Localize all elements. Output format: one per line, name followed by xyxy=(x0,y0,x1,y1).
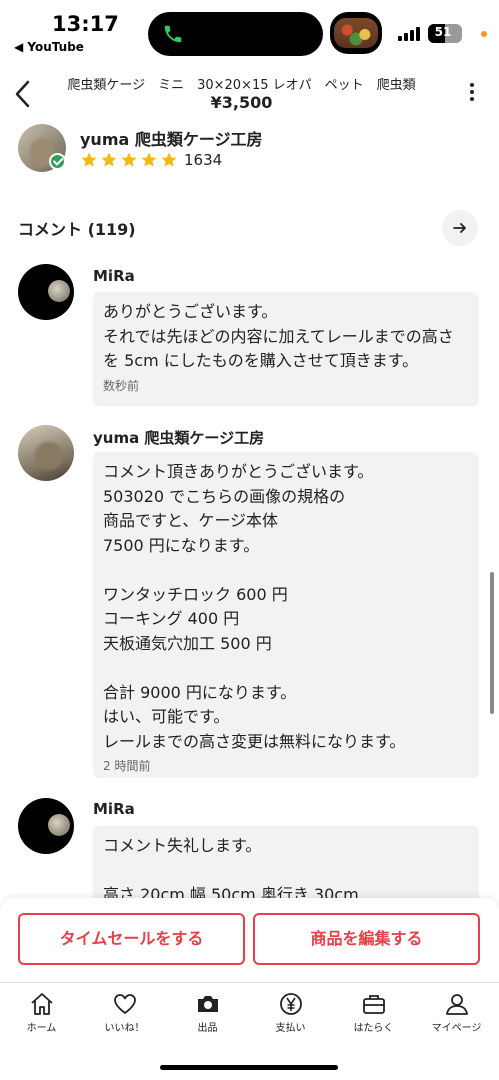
item-header: 爬虫類ケージ ミニ 30×20×15 レオパ ペット 爬虫類 ¥3,500 xyxy=(0,66,499,122)
comment-bubble: コメント頂きありがとうございます。 503020 でこちらの画像の規格の 商品で… xyxy=(93,452,479,778)
arrow-right-icon[interactable] xyxy=(442,210,478,246)
item-price: ¥3,500 xyxy=(210,93,273,112)
seller-rating: 1634 xyxy=(80,150,222,170)
comment-author[interactable]: MiRa xyxy=(93,800,135,818)
tab-label: ホーム xyxy=(26,1023,57,1034)
comment-bubble: ありがとうございます。 それでは先ほどの内容に加えてレールまでの高さを 5cm … xyxy=(93,292,479,406)
tab-likes[interactable]: いいね！ xyxy=(83,989,166,1039)
comment-text: コメント頂きありがとうございます。 503020 でこちらの画像の規格の 商品で… xyxy=(103,462,406,751)
seller-info[interactable]: yuma 爬虫類ケージ工房 1634 xyxy=(18,124,488,176)
edit-item-button[interactable]: 商品を編集する xyxy=(253,913,480,965)
status-time: 13:17 xyxy=(52,12,119,36)
phone-call-icon xyxy=(164,25,182,43)
tab-home[interactable]: ホーム xyxy=(0,989,83,1039)
commenter-avatar[interactable] xyxy=(18,264,74,320)
tab-label: いいね！ xyxy=(104,1023,145,1034)
commenter-avatar[interactable] xyxy=(18,425,74,481)
rating-count: 1634 xyxy=(184,151,223,169)
star-icon xyxy=(81,152,97,167)
tab-label: 出品 xyxy=(197,1023,218,1034)
home-icon xyxy=(30,993,53,1015)
star-icon xyxy=(141,152,157,167)
chevron-left-icon[interactable] xyxy=(10,78,38,110)
battery-percent: 51 xyxy=(434,25,452,39)
scrollbar[interactable] xyxy=(490,572,494,714)
star-icon xyxy=(101,152,117,167)
privacy-indicator-dot xyxy=(481,31,487,37)
commenter-avatar[interactable] xyxy=(18,798,74,854)
comment-text: ありがとうございます。 それでは先ほどの内容に加えてレールまでの高さを 5cm … xyxy=(103,302,454,370)
comment-author[interactable]: MiRa xyxy=(93,267,135,285)
home-indicator[interactable] xyxy=(160,1065,338,1070)
tab-label: はたらく xyxy=(353,1023,394,1034)
tab-label: 支払い xyxy=(275,1023,306,1034)
tab-mypage[interactable]: マイページ xyxy=(415,989,498,1039)
comment-text: コメント失礼します。 高さ 20cm 幅 50cm 奥行き 30cm xyxy=(103,836,359,904)
back-to-app-link[interactable]: ◀ YouTube xyxy=(14,40,84,54)
dynamic-island[interactable] xyxy=(148,12,323,56)
star-icon xyxy=(161,152,177,167)
verified-check-icon xyxy=(49,153,66,170)
tab-label: マイページ xyxy=(431,1023,482,1034)
action-bar: タイムセールをする 商品を編集する xyxy=(0,898,499,982)
comment-author[interactable]: yuma 爬虫類ケージ工房 xyxy=(93,427,264,448)
signal-icon xyxy=(398,27,422,41)
tab-sell[interactable]: 出品 xyxy=(166,989,249,1039)
comment-time: 数秒前 xyxy=(103,378,140,393)
time-sale-button[interactable]: タイムセールをする xyxy=(18,913,245,965)
more-vertical-icon[interactable] xyxy=(467,83,477,105)
star-icon xyxy=(121,152,137,167)
camera-icon xyxy=(197,996,218,1012)
tab-payment[interactable]: 支払い xyxy=(249,989,332,1039)
tab-work[interactable]: はたらく xyxy=(332,989,415,1039)
person-icon xyxy=(445,994,468,1015)
comment-time: 2 時間前 xyxy=(103,759,151,773)
briefcase-icon xyxy=(362,995,385,1014)
item-title: 爬虫類ケージ ミニ 30×20×15 レオパ ペット 爬虫類 xyxy=(67,78,416,93)
status-bar: 13:17 ◀ YouTube 51 xyxy=(0,0,499,62)
heart-icon xyxy=(113,994,136,1014)
battery-icon: 51 xyxy=(428,24,462,43)
comments-title: コメント (119) xyxy=(18,220,136,239)
yen-icon xyxy=(279,993,302,1015)
live-activity-thumbnail[interactable] xyxy=(330,12,382,54)
seller-name[interactable]: yuma 爬虫類ケージ工房 xyxy=(80,126,263,150)
